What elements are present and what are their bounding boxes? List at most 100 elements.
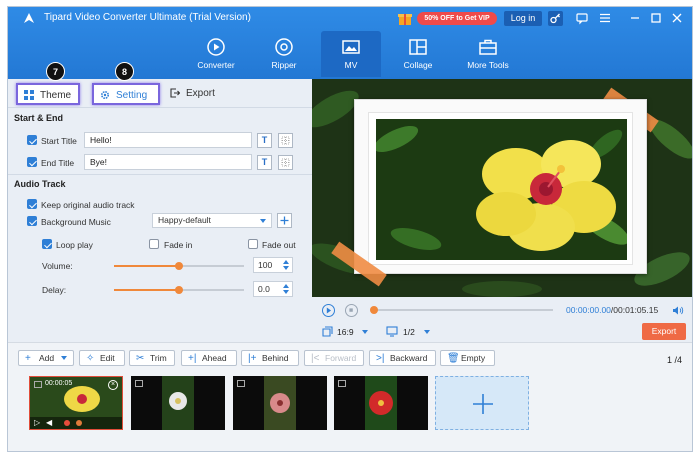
menu-icon[interactable] <box>598 11 612 25</box>
loop-play-checkbox[interactable] <box>42 239 52 249</box>
start-title-input[interactable]: Hello! <box>84 132 252 148</box>
tab-mv[interactable]: MV <box>321 31 381 77</box>
background-music-select[interactable]: Happy-default <box>152 213 272 228</box>
tab-ripper[interactable]: Ripper <box>254 31 314 77</box>
edit-button[interactable]: ✧ Edit <box>79 350 125 366</box>
hibiscus-flower-image <box>376 119 627 260</box>
clip-filter-icon[interactable] <box>76 420 82 426</box>
stepper-up-icon[interactable] <box>283 284 289 288</box>
export-button[interactable]: Export <box>642 323 686 340</box>
clip-duration: 00:00:05 <box>45 380 73 387</box>
add-clip-button[interactable] <box>435 376 529 430</box>
behind-button[interactable]: |+ Behind <box>241 350 299 366</box>
chevron-down-icon[interactable] <box>61 356 67 360</box>
stepper-down-icon[interactable] <box>283 290 289 294</box>
delay-slider-knob[interactable] <box>175 286 183 294</box>
top-bar: Tipard Video Converter Ultimate (Trial V… <box>8 7 692 79</box>
grid-icon <box>281 158 290 167</box>
seek-bar[interactable] <box>373 309 553 311</box>
clip-play-icon[interactable]: ▷ <box>34 418 40 427</box>
film-icon <box>338 380 346 387</box>
delay-label: Delay: <box>42 285 67 295</box>
maximize-icon[interactable] <box>649 11 663 25</box>
tab-more-tools[interactable]: More Tools <box>456 31 520 77</box>
seek-knob[interactable] <box>370 306 378 314</box>
start-title-label: Start Title <box>41 136 77 146</box>
trim-button[interactable]: ✂ Trim <box>129 350 175 366</box>
end-title-position-button[interactable] <box>278 155 293 170</box>
edit-icon: ✧ <box>86 353 95 364</box>
gift-icon[interactable] <box>397 10 413 26</box>
step-badge-7: 7 <box>46 62 65 81</box>
tab-theme[interactable]: Theme <box>16 83 80 105</box>
stepper-up-icon[interactable] <box>283 260 289 264</box>
stop-icon <box>349 308 353 312</box>
chevron-down-icon[interactable] <box>362 330 368 334</box>
tab-export[interactable]: Export <box>164 83 224 105</box>
aspect-ratio-select[interactable]: 16:9 <box>337 327 354 337</box>
preview-ratio-select[interactable]: 1/2 <box>403 327 415 337</box>
keep-original-audio-checkbox[interactable] <box>27 199 37 209</box>
start-title-checkbox[interactable] <box>27 135 37 145</box>
clip-1[interactable]: 00:00:05 × ▷ ◀ <box>29 376 123 430</box>
play-icon <box>326 307 332 314</box>
tab-setting[interactable]: Setting <box>92 83 160 105</box>
stepper-down-icon[interactable] <box>283 266 289 270</box>
export-icon <box>170 88 180 98</box>
fade-out-checkbox[interactable] <box>248 239 258 249</box>
key-button[interactable] <box>548 11 563 26</box>
forward-button[interactable]: |< Forward <box>304 350 364 366</box>
theme-frame <box>354 99 647 274</box>
grid-icon <box>281 136 290 145</box>
key-icon <box>550 13 560 24</box>
film-icon <box>34 381 42 388</box>
background-music-checkbox[interactable] <box>27 216 37 226</box>
fade-in-checkbox[interactable] <box>149 239 159 249</box>
volume-stepper[interactable]: 100 <box>253 257 293 273</box>
clip-2[interactable] <box>131 376 225 430</box>
add-music-button[interactable] <box>277 213 292 228</box>
volume-slider-knob[interactable] <box>175 262 183 270</box>
remove-clip-icon[interactable]: × <box>108 380 118 390</box>
mv-icon <box>342 40 360 54</box>
login-button[interactable]: Log in <box>504 11 542 26</box>
ahead-button[interactable]: +| Ahead <box>181 350 237 366</box>
stop-button[interactable] <box>345 304 358 317</box>
start-title-text-button[interactable]: T <box>257 133 272 148</box>
backward-button[interactable]: >| Backward <box>369 350 436 366</box>
loop-play-label: Loop play <box>56 240 93 250</box>
delay-stepper[interactable]: 0.0 <box>253 281 293 297</box>
tab-converter[interactable]: Converter <box>186 31 246 77</box>
minimize-icon[interactable] <box>628 11 642 25</box>
chevron-down-icon[interactable] <box>424 330 430 334</box>
clip-3[interactable] <box>233 376 327 430</box>
empty-button[interactable]: 🗑 Empty <box>440 350 495 366</box>
app-title: Tipard Video Converter Ultimate (Trial V… <box>44 12 251 23</box>
clip-thumbnail <box>233 376 327 430</box>
feedback-icon[interactable] <box>575 11 589 25</box>
volume-slider[interactable] <box>114 262 244 270</box>
close-icon[interactable] <box>670 11 684 25</box>
volume-icon[interactable] <box>671 304 684 317</box>
start-title-position-button[interactable] <box>278 133 293 148</box>
player-controls: 00:00:00.00/00:01:05.15 16:9 1/2 Export <box>312 297 692 342</box>
behind-icon: |+ <box>248 353 257 364</box>
clip-volume-icon[interactable]: ◀ <box>46 418 52 427</box>
settings-panel: Theme Setting Export 7 8 Start & End Sta… <box>8 62 312 342</box>
app-window: Tipard Video Converter Ultimate (Trial V… <box>7 6 693 452</box>
backward-icon: >| <box>376 353 385 364</box>
volume-slider-fill <box>114 265 179 267</box>
vip-offer-button[interactable]: 50% OFF to Get VIP <box>417 12 497 25</box>
play-button[interactable] <box>322 304 335 317</box>
clip-effect-icon[interactable] <box>64 420 70 426</box>
main-nav: Converter Ripper MV Collage More Tools <box>8 29 692 79</box>
tab-collage[interactable]: Collage <box>388 31 448 77</box>
collage-icon <box>409 39 427 55</box>
end-title-checkbox[interactable] <box>27 157 37 167</box>
end-title-text-button[interactable]: T <box>257 155 272 170</box>
forward-icon: |< <box>311 353 320 364</box>
add-button[interactable]: + Add <box>18 350 74 366</box>
end-title-input[interactable]: Bye! <box>84 154 252 170</box>
delay-slider[interactable] <box>114 286 244 294</box>
clip-4[interactable] <box>334 376 428 430</box>
